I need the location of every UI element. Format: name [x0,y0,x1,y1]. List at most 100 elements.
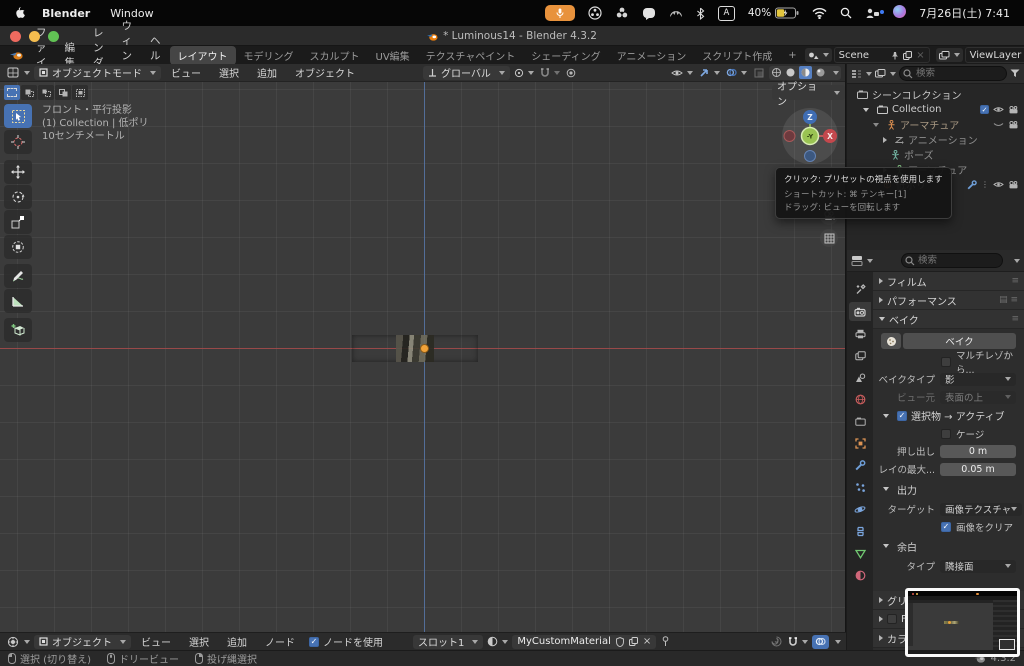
unlink-icon[interactable]: × [916,50,924,61]
shader-overlays-toggle[interactable] [812,635,829,649]
outliner-filter-button[interactable] [1010,69,1024,78]
from-multires-checkbox[interactable] [941,357,951,367]
shader-type-dropdown[interactable]: オブジェクト [34,635,131,649]
max-ray-field[interactable]: 0.05 m [940,463,1016,476]
material-name-field[interactable]: MyCustomMaterial × [512,635,656,649]
view-from-dropdown[interactable]: 表面の上 [940,391,1016,404]
3d-viewport[interactable]: オブジェクトモード ビュー 選択 追加 オブジェクト グローバル [0,64,846,632]
scene-name-field[interactable]: Scene × [834,47,930,63]
overlays-toggle[interactable] [724,67,749,78]
menubar-clock[interactable]: 7月26日(土) 7:41 [919,5,1010,21]
select-circle-button[interactable] [38,85,54,100]
outliner-search-input[interactable] [899,66,1007,81]
select-lasso-button[interactable] [55,85,71,100]
tool-cursor[interactable] [4,130,32,154]
snap-toggle[interactable] [538,68,562,78]
panel-bake[interactable]: ベイク≡ [873,310,1024,329]
extrusion-field[interactable]: 0 m [940,445,1016,458]
collection-exclude-checkbox[interactable] [980,105,989,114]
tab-object-data[interactable] [849,544,871,563]
outliner-row-armature-object[interactable]: アーマチュア [847,117,1024,132]
line-app-icon[interactable] [642,7,656,20]
ortho-perspective-button[interactable] [820,229,838,247]
transform-orientation-dropdown[interactable]: グローバル [423,66,510,80]
viewlayer-name-field[interactable]: ViewLayer × [965,47,1024,63]
viewport-menu-add[interactable]: 追加 [249,65,285,80]
tool-rotate[interactable] [4,185,32,209]
gizmo-neg-y-axis[interactable]: -Y [807,133,814,141]
material-browse-button[interactable] [485,636,510,647]
viewport-menu-view[interactable]: ビュー [163,65,209,80]
clear-image-row[interactable]: 画像をクリア [873,518,1024,535]
cage-checkbox[interactable] [941,429,951,439]
input-source-icon[interactable]: A [718,6,735,21]
tab-object[interactable] [849,434,871,453]
tab-collection[interactable] [849,412,871,431]
freestyle-checkbox[interactable] [887,614,897,624]
tab-modeling[interactable]: モデリング [236,46,302,65]
select-box-button[interactable] [21,85,37,100]
minimize-window-button[interactable] [29,31,40,42]
tab-uv-editing[interactable]: UV編集 [368,46,418,65]
tool-add-cube[interactable] [4,318,32,342]
outliner-row-animation[interactable]: アニメーション [847,132,1024,147]
tool-scale[interactable] [4,210,32,234]
shader-menu-select[interactable]: 選択 [181,634,217,649]
tab-particles[interactable] [849,478,871,497]
low-poly-object[interactable] [352,335,478,362]
viewlayer-browse-button[interactable] [936,48,963,62]
bake-type-dropdown[interactable]: 影 [940,373,1016,386]
tool-annotate[interactable] [4,264,32,288]
tab-scene[interactable] [849,368,871,387]
tool-transform[interactable] [4,235,32,259]
gizmo-toggle[interactable] [697,67,722,78]
shader-overlays-dropdown[interactable] [835,640,841,644]
hide-eye-icon[interactable] [993,106,1004,113]
tab-add-workspace[interactable]: + [780,48,804,63]
selected-to-active-header[interactable]: 選択物 → アクティブ [873,406,1024,425]
shader-menu-view[interactable]: ビュー [133,634,179,649]
xray-toggle[interactable] [751,68,767,78]
outliner-row-collection[interactable]: Collection [847,102,1024,117]
outliner-display-mode-button[interactable] [851,69,872,79]
hide-eye-icon[interactable] [993,181,1004,188]
select-tweak-button[interactable] [4,85,20,100]
screen-share-preview[interactable] [905,588,1020,657]
target-dropdown[interactable]: 画像テクスチャ [940,503,1022,516]
shader-menu-node[interactable]: ノード [257,634,303,649]
panel-film[interactable]: フィルム≡ [873,272,1024,291]
tab-physics[interactable] [849,500,871,519]
tab-tool[interactable] [849,280,871,299]
tab-layout[interactable]: レイアウト [170,46,236,65]
margin-type-dropdown[interactable]: 隣接面 [940,560,1016,573]
gizmo-x-axis[interactable]: X [827,132,833,141]
tool-select-box[interactable] [4,104,32,128]
tab-view-layer[interactable] [849,346,871,365]
outliner-row-pose[interactable]: ポーズ [847,147,1024,162]
scene-browse-button[interactable] [805,48,832,62]
navigation-gizmo[interactable]: Z X -Y [780,106,840,166]
shading-dropdown[interactable] [833,71,839,75]
shading-rendered-button[interactable] [815,67,826,78]
pin-icon[interactable] [658,636,673,647]
disable-render-camera-icon[interactable] [1008,106,1019,114]
tab-shading[interactable]: シェーディング [523,46,608,65]
select-intersect-button[interactable] [72,85,88,100]
editor-type-button[interactable] [5,67,32,78]
battery-status[interactable]: 40% [748,7,799,19]
snap-falloff-icon[interactable] [769,636,784,647]
gizmo-z-axis[interactable]: Z [807,113,813,122]
disable-render-camera-icon[interactable] [1008,121,1019,129]
shading-wireframe-button[interactable] [771,67,782,78]
tab-sculpt[interactable]: スカルプト [302,46,368,65]
pin-icon[interactable] [891,51,899,60]
cage-row[interactable]: ケージ [873,425,1024,442]
fake-user-shield-icon[interactable] [616,637,624,647]
use-nodes-toggle[interactable]: ノードを使用 [309,634,383,649]
tab-scripting[interactable]: スクリプト作成 [694,46,780,65]
properties-search-input[interactable] [901,253,1003,268]
viewport-options-button[interactable]: オプション [772,85,845,100]
mic-status-icon[interactable] [545,5,575,21]
tab-output[interactable] [849,324,871,343]
properties-display-button[interactable] [851,255,873,266]
